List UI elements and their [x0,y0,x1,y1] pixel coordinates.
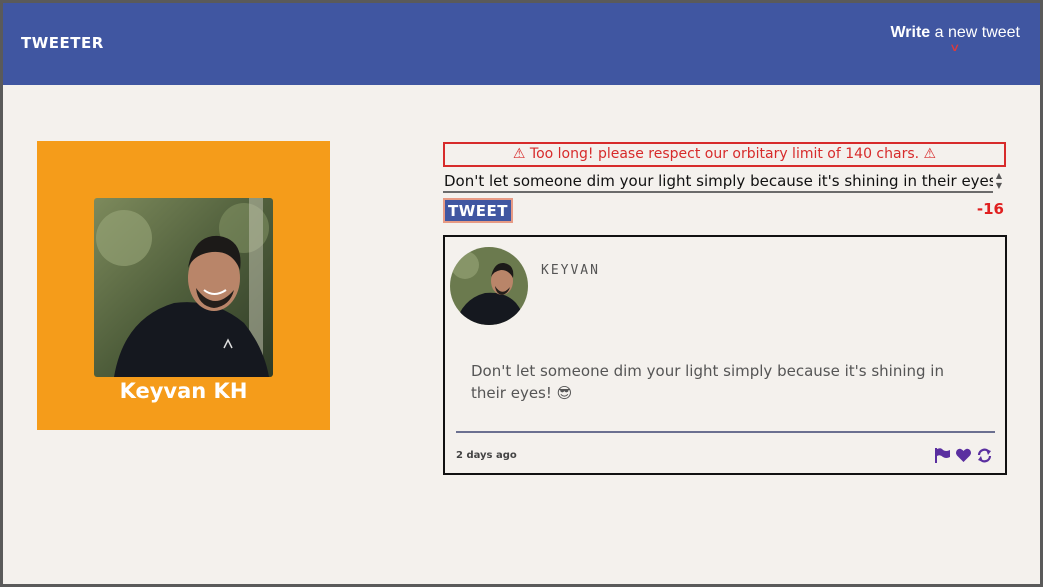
tweet-timestamp: 2 days ago [456,450,517,461]
compose-label-bold: Write [890,24,931,41]
avatar [450,247,528,325]
brand-logo[interactable]: TWEETER [21,34,104,52]
tweet-button[interactable]: TWEET [443,198,513,223]
tweet-handle: KEYVAN [541,263,600,278]
write-tweet-toggle[interactable]: Write a new tweet ∨ [890,24,1020,54]
flag-icon[interactable] [934,447,951,464]
tweet-content: Don't let someone dim your light simply … [471,362,944,402]
error-message: ⚠ Too long! please respect our orbitary … [443,142,1006,167]
tweet-textarea[interactable]: Don't let someone dim your light simply … [443,170,993,193]
heart-icon[interactable] [955,447,972,464]
tweet-card: KEYVAN Don't let someone dim your light … [443,235,1007,475]
divider [456,431,995,433]
tweet-actions [934,447,993,464]
profile-photo [94,198,273,377]
retweet-icon[interactable] [976,447,993,464]
compose-label-rest: a new tweet [930,24,1020,41]
profile-card: Keyvan KH [37,141,330,430]
profile-name: Keyvan KH [119,379,248,403]
chevron-down-icon[interactable]: ∨ [865,43,1043,54]
textarea-resize-spinner[interactable]: ▲ ▼ [993,171,1005,193]
char-counter: -16 [976,200,1004,218]
navbar: TWEETER Write a new tweet ∨ [3,3,1040,85]
